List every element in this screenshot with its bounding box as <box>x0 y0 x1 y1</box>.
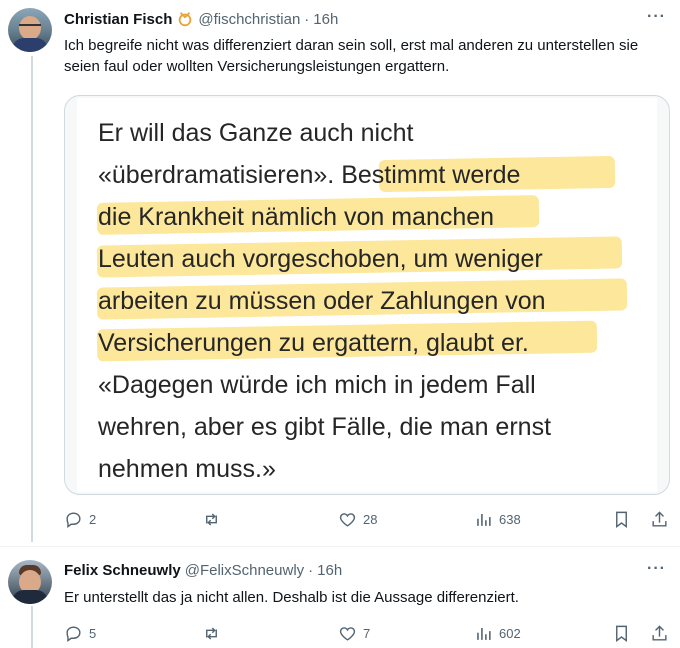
excerpt-line: arbeiten zu müssen oder Zahlungen von <box>98 287 546 315</box>
author-handle[interactable]: @fischchristian <box>198 11 300 28</box>
tweet-divider <box>0 546 680 547</box>
excerpt-line: die Krankheit nämlich von manchen <box>98 203 495 231</box>
thread-connector <box>31 56 33 542</box>
retweet-icon <box>206 513 217 526</box>
like-count: 7 <box>363 626 371 641</box>
reply-count: 2 <box>89 512 97 527</box>
share-button[interactable] <box>650 510 669 529</box>
separator: · <box>308 562 314 579</box>
tweet-text: Er unterstellt das ja nicht allen. Desha… <box>64 589 519 606</box>
like-button[interactable]: 7 <box>338 624 370 643</box>
more-icon[interactable]: ··· <box>647 8 666 26</box>
thread-connector <box>31 606 33 648</box>
excerpt-line: «überdramatisieren». Bestimmt werde <box>98 161 521 189</box>
avatar-shirt <box>12 38 48 52</box>
retweet-button[interactable] <box>202 510 227 529</box>
views-icon <box>477 513 491 526</box>
excerpt-line: nehmen muss.» <box>98 455 276 483</box>
tweet-header: Christian Fisch @fischchristian · 16h <box>64 10 338 28</box>
excerpt-line: Leuten auch vorgeschoben, um weniger <box>98 245 543 273</box>
share-button[interactable] <box>650 624 669 643</box>
views-button[interactable]: 638 <box>474 510 521 529</box>
avatar[interactable] <box>8 8 52 52</box>
views-count: 638 <box>499 512 521 527</box>
reply-button[interactable]: 2 <box>64 510 96 529</box>
like-icon <box>339 513 356 527</box>
excerpt-line: «Dagegen würde ich mich in jedem Fall <box>98 371 536 399</box>
bookmark-icon <box>616 511 627 529</box>
tweet-text: Ich begreife nicht was differenziert dar… <box>64 37 639 75</box>
like-button[interactable]: 28 <box>338 510 377 529</box>
bookmark-button[interactable] <box>612 624 631 643</box>
action-bar: 2 28 638 <box>64 510 674 530</box>
avatar-glasses <box>19 24 41 31</box>
article-excerpt: Er will das Ganze auch nicht «überdramat… <box>77 98 657 492</box>
timestamp[interactable]: 16h <box>313 11 338 28</box>
reply-button[interactable]: 5 <box>64 624 96 643</box>
more-icon[interactable]: ··· <box>647 560 666 578</box>
avatar-shirt <box>12 590 48 604</box>
excerpt-line: wehren, aber es gibt Fälle, die man erns… <box>98 413 552 441</box>
author-handle[interactable]: @FelixSchneuwly <box>185 562 304 579</box>
retweet-icon <box>206 627 217 640</box>
badge-icon <box>176 10 194 28</box>
author-name[interactable]: Christian Fisch <box>64 11 172 28</box>
views-count: 602 <box>499 626 521 641</box>
bookmark-icon <box>616 625 627 643</box>
author-name[interactable]: Felix Schneuwly <box>64 562 181 579</box>
like-count: 28 <box>363 512 378 527</box>
like-icon <box>339 627 356 641</box>
share-icon <box>652 625 667 641</box>
share-icon <box>652 511 667 527</box>
excerpt-line: Versicherungen zu ergattern, glaubt er. <box>98 329 529 357</box>
reply-icon <box>66 512 81 529</box>
excerpt-line: Er will das Ganze auch nicht <box>98 119 414 147</box>
retweet-button[interactable] <box>202 624 227 643</box>
avatar[interactable] <box>8 560 52 604</box>
views-button[interactable]: 602 <box>474 624 521 643</box>
action-bar: 5 7 602 <box>64 624 674 644</box>
separator: · <box>304 10 310 28</box>
reply-count: 5 <box>89 626 97 641</box>
tweet-image[interactable]: Er will das Ganze auch nicht «überdramat… <box>64 95 670 495</box>
views-icon <box>477 627 491 640</box>
bookmark-button[interactable] <box>612 510 631 529</box>
timestamp[interactable]: 16h <box>317 562 342 579</box>
reply-icon <box>66 626 81 643</box>
tweet-header: Felix Schneuwly @FelixSchneuwly · 16h <box>64 562 342 579</box>
